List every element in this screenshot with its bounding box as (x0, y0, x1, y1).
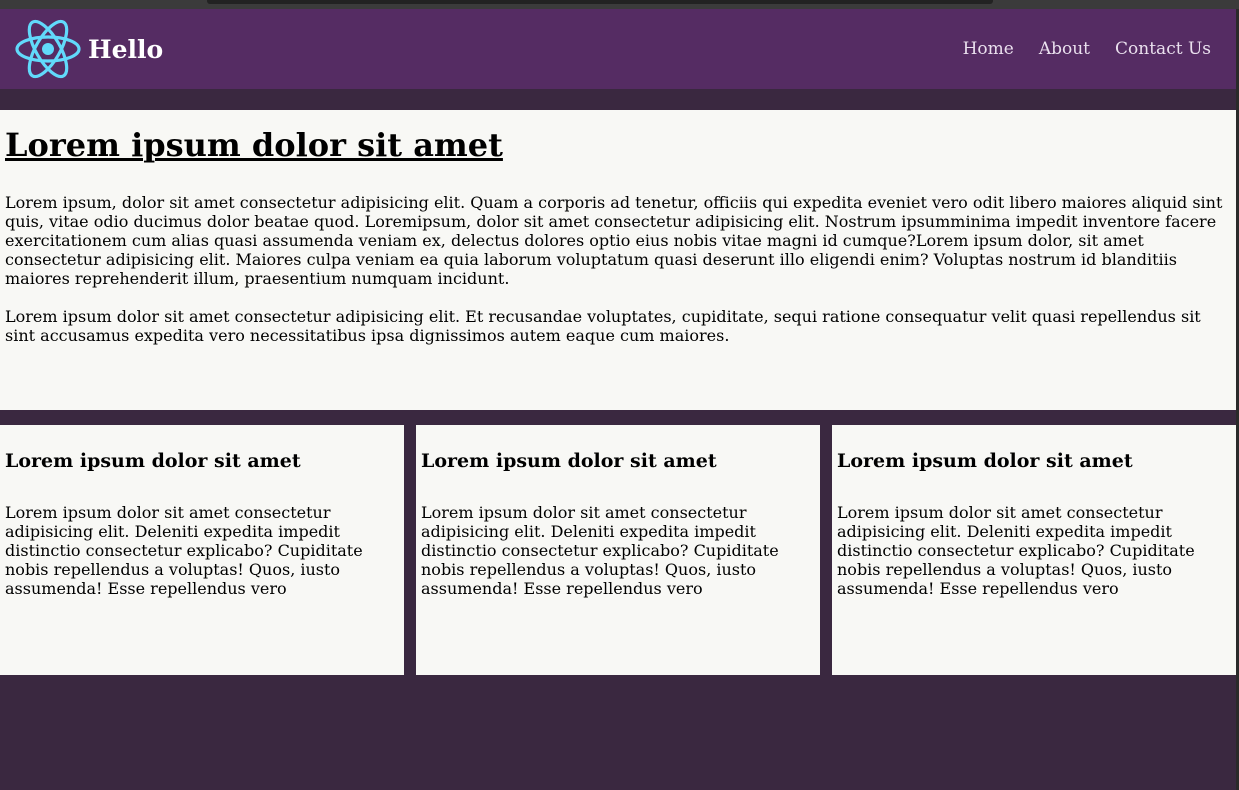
address-bar-edge (207, 0, 993, 4)
cards-row: Lorem ipsum dolor sit amet Lorem ipsum d… (0, 425, 1236, 675)
card-3: Lorem ipsum dolor sit amet Lorem ipsum d… (832, 425, 1236, 675)
nav-about-link[interactable]: About (1039, 39, 1090, 59)
hero-section: Lorem ipsum dolor sit amet Lorem ipsum, … (0, 110, 1236, 410)
navbar: Hello Home About Contact Us (0, 9, 1239, 89)
nav-contact-link[interactable]: Contact Us (1115, 39, 1211, 59)
card-title: Lorem ipsum dolor sit amet (421, 450, 717, 472)
card-1: Lorem ipsum dolor sit amet Lorem ipsum d… (0, 425, 404, 675)
card-text: Lorem ipsum dolor sit amet consectetur a… (837, 503, 1195, 598)
brand-name: Hello (88, 34, 164, 64)
browser-top-strip (0, 0, 1239, 9)
card-2: Lorem ipsum dolor sit amet Lorem ipsum d… (416, 425, 820, 675)
nav-home-link[interactable]: Home (963, 39, 1014, 59)
card-title: Lorem ipsum dolor sit amet (837, 450, 1133, 472)
hero-paragraph-1: Lorem ipsum, dolor sit amet consectetur … (5, 193, 1223, 288)
card-text: Lorem ipsum dolor sit amet consectetur a… (5, 503, 363, 598)
brand-link[interactable]: Hello (14, 18, 163, 80)
card-text: Lorem ipsum dolor sit amet consectetur a… (421, 503, 779, 598)
react-atom-icon (14, 18, 82, 80)
nav-links: Home About Contact Us (963, 39, 1211, 59)
hero-paragraph-2: Lorem ipsum dolor sit amet consectetur a… (5, 307, 1201, 345)
card-title: Lorem ipsum dolor sit amet (5, 450, 301, 472)
hero-title: Lorem ipsum dolor sit amet (5, 126, 503, 164)
